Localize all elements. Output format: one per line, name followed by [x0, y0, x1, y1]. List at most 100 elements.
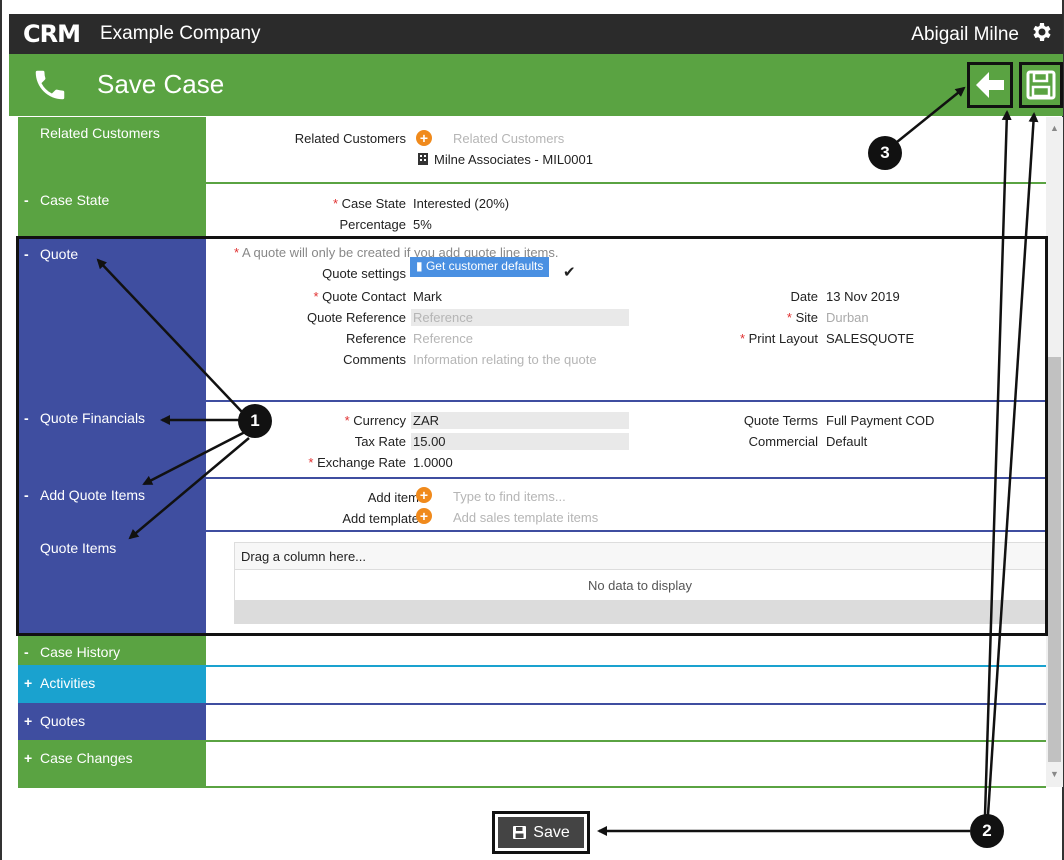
- section-title: Case Changes: [40, 750, 133, 766]
- expand-sign: +: [24, 713, 33, 729]
- section-add-quote-items: - Add Quote Items Add item + Type to find…: [18, 479, 1046, 532]
- section-title: Quote: [40, 246, 79, 262]
- currency-label: * Currency: [344, 413, 406, 428]
- form-content: Related Customers Related Customers + Re…: [18, 117, 1046, 790]
- related-customers-input[interactable]: Related Customers: [453, 131, 564, 146]
- grid-footer: [234, 600, 1046, 624]
- section-quotes: + Quotes: [18, 705, 1046, 742]
- section-header[interactable]: - Quote: [18, 238, 206, 400]
- section-title: Related Customers: [40, 125, 160, 141]
- callout-3: 3: [868, 136, 902, 170]
- section-header[interactable]: - Case State: [18, 184, 206, 236]
- section-quote-financials: - Quote Financials * Currency ZAR Tax Rat…: [18, 402, 1046, 479]
- commercial-label: Commercial: [748, 434, 818, 449]
- site-input[interactable]: Durban: [826, 310, 869, 325]
- reference-input[interactable]: Reference: [413, 331, 473, 346]
- site-label: * Site: [786, 310, 818, 325]
- section-header[interactable]: + Case Changes: [18, 742, 206, 786]
- callout-2: 2: [970, 814, 1004, 848]
- collapse-sign: -: [24, 246, 29, 262]
- exchange-rate-label: * Exchange Rate: [308, 455, 406, 470]
- section-quote: - Quote * A quote will only be created if…: [18, 238, 1046, 402]
- tax-rate-label: Tax Rate: [354, 434, 406, 449]
- commercial-value[interactable]: Default: [826, 434, 867, 449]
- title-bar: Save Case: [9, 54, 1063, 116]
- quote-contact-value[interactable]: Mark: [413, 289, 442, 304]
- section-title: Activities: [40, 675, 96, 691]
- quote-terms-value[interactable]: Full Payment COD: [826, 413, 934, 428]
- section-title: Case History: [40, 644, 121, 660]
- expand-sign: +: [24, 750, 33, 766]
- case-state-label: * Case State: [333, 196, 406, 211]
- building-icon: [418, 153, 428, 165]
- quote-contact-label: * Quote Contact: [313, 289, 407, 304]
- section-quote-items: Quote Items Drag a column here... No dat…: [18, 532, 1046, 635]
- section-header[interactable]: - Add Quote Items: [18, 479, 206, 530]
- currency-value[interactable]: ZAR: [413, 413, 439, 428]
- gear-icon[interactable]: [1029, 20, 1053, 44]
- section-header[interactable]: Quote Items: [18, 532, 206, 635]
- date-label: Date: [790, 289, 818, 304]
- get-customer-defaults-button[interactable]: ▮ Get customer defaults: [410, 257, 550, 277]
- floppy-disk-icon: [1026, 70, 1056, 100]
- section-title: Quote Items: [40, 540, 117, 556]
- add-item-icon[interactable]: +: [416, 487, 432, 503]
- tax-rate-value[interactable]: 15.00: [413, 434, 446, 449]
- print-layout-value[interactable]: SALESQUOTE: [826, 331, 914, 346]
- currency-field[interactable]: [411, 412, 629, 429]
- section-header[interactable]: Related Customers: [18, 117, 206, 182]
- add-template-icon[interactable]: +: [416, 508, 432, 524]
- percentage-value[interactable]: 5%: [413, 217, 432, 232]
- phone-icon: [35, 70, 65, 100]
- comments-label: Comments: [343, 352, 406, 367]
- section-header[interactable]: - Quote Financials: [18, 402, 206, 477]
- section-header[interactable]: + Quotes: [18, 705, 206, 740]
- add-template-label: Add template: [342, 511, 419, 526]
- section-title: Add Quote Items: [40, 487, 146, 503]
- section-case-state: - Case State * Case State Interested (20%…: [18, 184, 1046, 238]
- quote-terms-label: Quote Terms: [743, 413, 818, 428]
- vertical-scrollbar[interactable]: ▲ ▼: [1046, 117, 1063, 787]
- scroll-down-icon[interactable]: ▼: [1050, 769, 1059, 779]
- percentage-label: Percentage: [339, 217, 407, 232]
- quote-reference-label: Quote Reference: [306, 310, 406, 325]
- app-frame: CRM Example Company Abigail Milne Save C…: [0, 0, 1064, 860]
- grid-empty-message: No data to display: [234, 570, 1046, 600]
- section-header[interactable]: + Activities: [18, 667, 206, 703]
- quote-reference-input[interactable]: Reference: [413, 310, 473, 325]
- back-button[interactable]: [967, 62, 1013, 108]
- date-value[interactable]: 13 Nov 2019: [826, 289, 900, 304]
- save-icon-button[interactable]: [1019, 62, 1063, 108]
- section-title: Quotes: [40, 713, 86, 729]
- company-name: Example Company: [100, 23, 261, 44]
- case-state-value[interactable]: Interested (20%): [413, 196, 509, 211]
- add-template-input[interactable]: Add sales template items: [453, 510, 598, 525]
- arrow-left-icon: [976, 72, 1004, 98]
- add-related-customer-icon[interactable]: +: [416, 130, 432, 146]
- collapse-sign: -: [24, 192, 29, 208]
- collapse-sign: -: [24, 410, 29, 426]
- collapse-sign: -: [24, 487, 29, 503]
- section-header[interactable]: - Case History: [18, 635, 206, 665]
- user-name[interactable]: Abigail Milne: [911, 24, 1019, 46]
- page-title: Save Case: [97, 69, 225, 99]
- floppy-disk-icon: [513, 826, 527, 839]
- scroll-up-icon[interactable]: ▲: [1050, 123, 1059, 133]
- scroll-thumb[interactable]: [1048, 357, 1061, 762]
- exchange-rate-value[interactable]: 1.0000: [413, 455, 453, 470]
- related-customer-link[interactable]: Milne Associates - MIL0001: [434, 152, 593, 167]
- section-title: Case State: [40, 192, 110, 208]
- print-layout-label: * Print Layout: [739, 331, 818, 346]
- crm-logo[interactable]: CRM: [23, 20, 81, 48]
- add-item-input[interactable]: Type to find items...: [453, 489, 566, 504]
- save-button[interactable]: Save: [492, 811, 590, 854]
- section-case-changes: + Case Changes: [18, 742, 1046, 788]
- comments-input[interactable]: Information relating to the quote: [413, 352, 597, 367]
- section-case-history: - Case History: [18, 635, 1046, 667]
- top-bar: CRM Example Company Abigail Milne: [9, 14, 1063, 54]
- expand-sign: +: [24, 675, 33, 691]
- grid-group-panel[interactable]: Drag a column here...: [234, 542, 1046, 570]
- section-title: Quote Financials: [40, 410, 146, 426]
- related-customers-label: Related Customers: [294, 131, 406, 146]
- check-icon: ✔: [563, 264, 576, 281]
